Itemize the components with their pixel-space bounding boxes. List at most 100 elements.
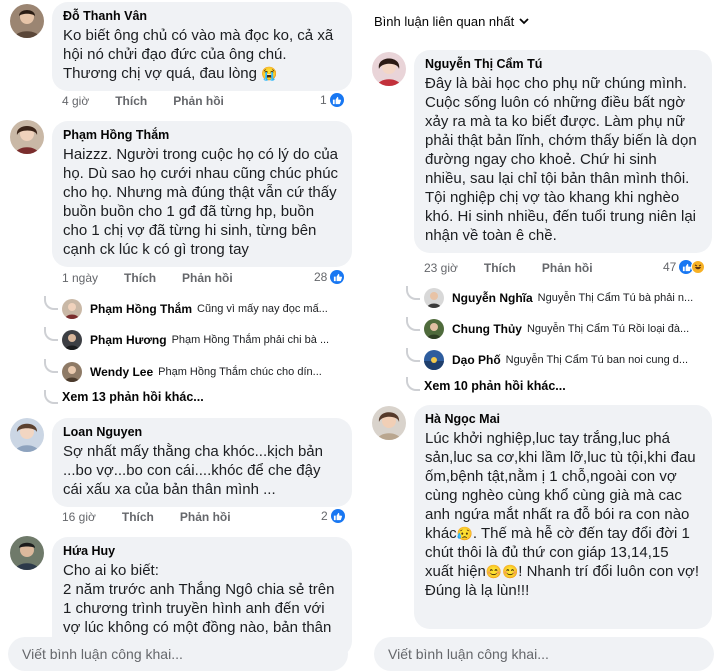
avatar[interactable] bbox=[10, 120, 44, 154]
reaction-count[interactable]: 2 bbox=[321, 509, 345, 523]
reaction-number: 47 bbox=[663, 260, 677, 274]
reaction-number: 1 bbox=[320, 93, 327, 107]
comment-text: Đây là bài học cho phụ nữ chúng mình. Cu… bbox=[425, 75, 701, 244]
comment-author[interactable]: Đỗ Thanh Vân bbox=[63, 9, 341, 23]
reaction-count[interactable]: 47 bbox=[663, 260, 706, 274]
reply-author[interactable]: Phạm Hồng Thắm bbox=[90, 302, 192, 316]
avatar bbox=[424, 288, 444, 308]
avatar bbox=[62, 330, 82, 350]
avatar[interactable] bbox=[10, 418, 44, 452]
comment-actions: 1 ngày Thích Phản hồi bbox=[62, 271, 259, 285]
sort-label: Bình luận liên quan nhất bbox=[374, 14, 515, 29]
avatar bbox=[424, 350, 444, 370]
reply-text: Phạm Hồng Thắm chúc cho dín... bbox=[158, 366, 322, 378]
comment-text: Lúc khởi nghiệp,luc tay trắng,luc phá sả… bbox=[425, 429, 701, 600]
reply-preview[interactable]: Nguyễn Nghĩa Nguyễn Thị Cẩm Tú bà phải n… bbox=[424, 288, 693, 308]
reaction-count[interactable]: 1 bbox=[320, 93, 344, 107]
comment-bubble: Phạm Hồng Thắm Haizzz. Người trong cuộc … bbox=[52, 121, 352, 267]
like-reaction-icon bbox=[329, 93, 344, 107]
reply-preview[interactable]: Chung Thủy Nguyễn Thị Cẩm Tú Rồi loại đà… bbox=[424, 319, 689, 339]
reply-preview[interactable]: Wendy Lee Phạm Hồng Thắm chúc cho dín... bbox=[62, 362, 322, 382]
comment-body: Ko biết ông chủ có vào mà đọc ko, cả xã … bbox=[63, 27, 338, 82]
reply-preview[interactable]: Phạm Hương Phạm Hồng Thắm phải chi bà ..… bbox=[62, 330, 329, 350]
haha-reaction-icon bbox=[691, 260, 706, 274]
comment-time[interactable]: 23 giờ bbox=[424, 261, 458, 275]
reply-author[interactable]: Dạo Phố bbox=[452, 353, 501, 367]
comment-actions: 23 giờ Thích Phản hồi bbox=[424, 261, 619, 275]
comment-author[interactable]: Loan Nguyen bbox=[63, 425, 341, 439]
reply-text: Cũng vì mấy nay đọc mấ... bbox=[197, 303, 328, 315]
reply-text: Phạm Hồng Thắm phải chi bà ... bbox=[171, 334, 330, 346]
avatar[interactable] bbox=[372, 406, 406, 440]
comment-text: Ko biết ông chủ có vào mà đọc ko, cả xã … bbox=[63, 26, 341, 83]
comment-author[interactable]: Hà Ngọc Mai bbox=[425, 412, 701, 426]
comment-actions: 16 giờ Thích Phản hồi bbox=[62, 510, 257, 524]
thread-connector bbox=[44, 359, 58, 373]
reply-text: Nguyễn Thị Cẩm Tú bà phải n... bbox=[537, 292, 694, 304]
crying-emoji: 😭 bbox=[261, 66, 278, 81]
comment-text: Haizzz. Người trong cuộc họ có lý do của… bbox=[63, 146, 343, 258]
avatar bbox=[62, 299, 82, 319]
comment-text: Sợ nhất mấy thằng cha khóc...kịch bản ..… bbox=[63, 443, 328, 498]
reply-author[interactable]: Wendy Lee bbox=[90, 365, 153, 379]
comment-body: ! Nhanh trí đổi luôn con vợ! bbox=[518, 563, 700, 580]
like-button[interactable]: Thích bbox=[484, 261, 516, 275]
view-more-replies-link[interactable]: Xem 13 phản hồi khác... bbox=[62, 390, 204, 404]
reaction-number: 2 bbox=[321, 509, 328, 523]
reply-author[interactable]: Nguyễn Nghĩa bbox=[452, 291, 533, 305]
reply-preview[interactable]: Dạo Phố Nguyễn Thị Cẩm Tú ban noi cung d… bbox=[424, 350, 688, 370]
smile-emoji: 😊😊 bbox=[485, 564, 519, 579]
avatar[interactable] bbox=[10, 536, 44, 570]
reply-text: Nguyễn Thị Cẩm Tú ban noi cung d... bbox=[505, 354, 689, 366]
comment-bubble: Loan Nguyen Sợ nhất mấy thằng cha khóc..… bbox=[52, 418, 352, 507]
comments-column-left: Đỗ Thanh Vân Ko biết ông chủ có vào mà đ… bbox=[0, 0, 356, 671]
thread-connector bbox=[406, 317, 420, 331]
comment-sort-dropdown[interactable]: Bình luận liên quan nhất bbox=[374, 14, 529, 29]
avatar[interactable] bbox=[10, 4, 44, 38]
comment-time[interactable]: 16 giờ bbox=[62, 510, 96, 524]
like-reaction-icon bbox=[330, 270, 345, 284]
reply-preview[interactable]: Phạm Hồng Thắm Cũng vì mấy nay đọc mấ... bbox=[62, 299, 328, 319]
reply-text: Nguyễn Thị Cẩm Tú Rồi loại đà... bbox=[526, 323, 690, 335]
reply-button[interactable]: Phản hồi bbox=[173, 94, 224, 108]
comment-time[interactable]: 4 giờ bbox=[62, 94, 89, 108]
avatar bbox=[62, 362, 82, 382]
thread-connector bbox=[406, 348, 420, 362]
like-button[interactable]: Thích bbox=[124, 271, 156, 285]
view-more-replies-link[interactable]: Xem 10 phản hồi khác... bbox=[424, 379, 566, 393]
comment-body: Đúng là lạ lùn!!! bbox=[425, 582, 530, 599]
thread-connector bbox=[406, 286, 420, 300]
reaction-number: 28 bbox=[314, 270, 328, 284]
comment-bubble: Nguyễn Thị Cẩm Tú Đây là bài học cho phụ… bbox=[414, 50, 712, 253]
avatar[interactable] bbox=[372, 52, 406, 86]
comment-bubble: Hà Ngọc Mai Lúc khởi nghiệp,luc tay trắn… bbox=[414, 405, 712, 629]
comment-input[interactable]: Viết bình luận công khai... bbox=[374, 637, 714, 671]
comment-actions: 4 giờ Thích Phản hồi bbox=[62, 94, 250, 108]
thread-connector bbox=[406, 377, 420, 391]
comment-input-placeholder: Viết bình luận công khai... bbox=[388, 646, 549, 662]
comment-text: Cho ai ko biết: 2 năm trước anh Thắng Ng… bbox=[63, 562, 335, 636]
column-divider bbox=[356, 0, 364, 671]
comment-bubble: Đỗ Thanh Vân Ko biết ông chủ có vào mà đ… bbox=[52, 2, 352, 91]
comment-input-placeholder: Viết bình luận công khai... bbox=[22, 646, 183, 662]
sad-emoji: 😥 bbox=[456, 526, 473, 541]
comment-author[interactable]: Phạm Hồng Thắm bbox=[63, 128, 341, 142]
reply-author[interactable]: Chung Thủy bbox=[452, 322, 522, 336]
comment-time[interactable]: 1 ngày bbox=[62, 271, 98, 285]
reply-button[interactable]: Phản hồi bbox=[182, 271, 233, 285]
reply-button[interactable]: Phản hồi bbox=[542, 261, 593, 275]
reaction-count[interactable]: 28 bbox=[314, 270, 345, 284]
like-button[interactable]: Thích bbox=[115, 94, 147, 108]
like-reaction-icon bbox=[330, 509, 345, 523]
comments-column-right: Bình luận liên quan nhất Nguyễn Thị Cẩm … bbox=[364, 0, 720, 671]
thread-connector bbox=[44, 327, 58, 341]
like-button[interactable]: Thích bbox=[122, 510, 154, 524]
reply-button[interactable]: Phản hồi bbox=[180, 510, 231, 524]
chevron-down-icon bbox=[519, 16, 529, 28]
comment-author[interactable]: Nguyễn Thị Cẩm Tú bbox=[425, 57, 701, 71]
comment-input[interactable]: Viết bình luận công khai... bbox=[8, 637, 348, 671]
reply-author[interactable]: Phạm Hương bbox=[90, 333, 167, 347]
comment-author[interactable]: Hứa Huy bbox=[63, 544, 341, 558]
thread-connector bbox=[44, 390, 58, 404]
avatar bbox=[424, 319, 444, 339]
